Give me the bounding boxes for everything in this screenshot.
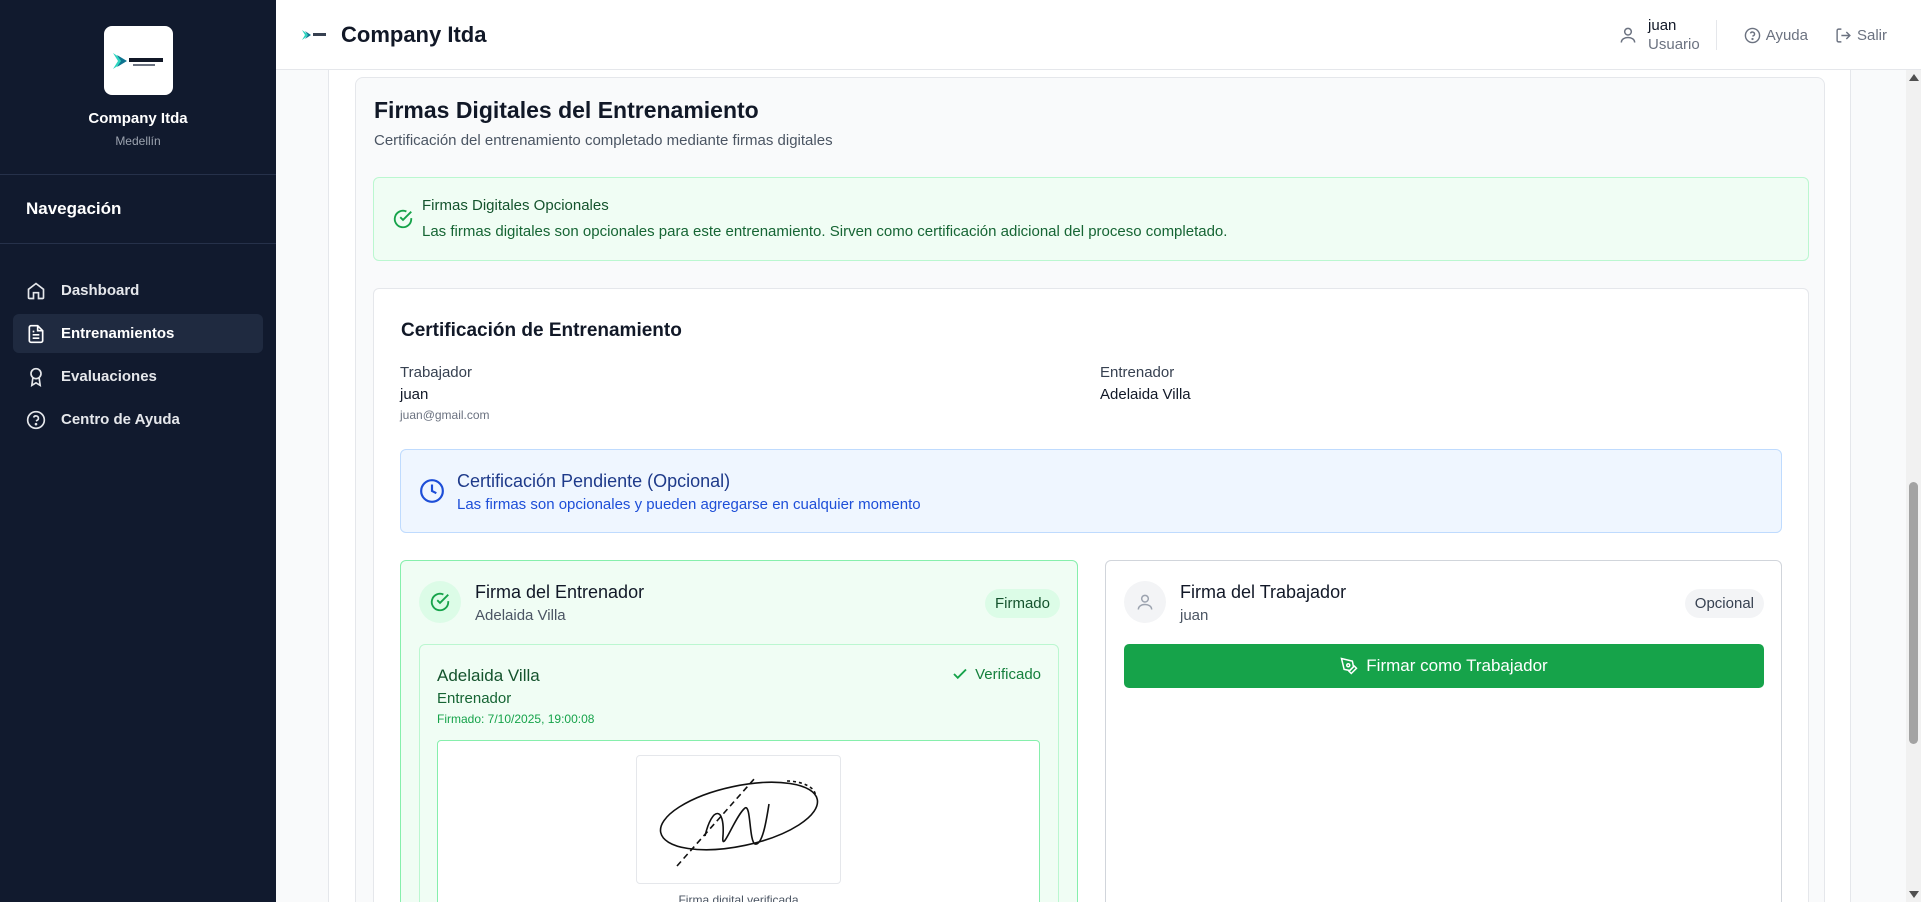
company-logo [103, 26, 173, 95]
sidebar-item-label: Centro de Ayuda [61, 411, 180, 428]
company-city: Medellín [115, 134, 161, 148]
signature-caption: Firma digital verificada [678, 893, 799, 902]
help-circle-icon [1744, 27, 1761, 43]
document-icon [28, 324, 44, 343]
clock-icon [420, 479, 444, 503]
sidebar-item-label: Evaluaciones [61, 368, 157, 385]
worker-email: juan@gmail.com [400, 408, 490, 422]
alert-title: Firmas Digitales Opcionales [422, 197, 609, 214]
trainer-signature-card: Firma del Entrenador Adelaida Villa Firm… [400, 560, 1078, 902]
worker-name: juan [400, 386, 429, 403]
company-name: Company Itda [88, 110, 188, 127]
nav-title: Navegación [0, 175, 276, 244]
sidebar-item-centro-de-ayuda[interactable]: Centro de Ayuda [13, 400, 263, 439]
trainer-label: Entrenador [1100, 364, 1175, 381]
user-avatar [1124, 581, 1166, 623]
main-content: Firmas Digitales del Entrenamiento Certi… [276, 70, 1906, 902]
certification-card: Certificación de Entrenamiento Trabajado… [373, 288, 1809, 902]
signed-status-icon [419, 581, 461, 623]
scroll-down-arrow-icon[interactable] [1909, 891, 1919, 898]
signature-image [636, 755, 841, 884]
optional-signatures-alert: Firmas Digitales Opcionales Las firmas d… [373, 177, 1809, 261]
section-title: Firmas Digitales del Entrenamiento [374, 97, 759, 123]
sign-button-label: Firmar como Trabajador [1366, 656, 1548, 675]
verified-label: Verificado [975, 665, 1041, 683]
header-title: Company Itda [341, 21, 487, 47]
sidebar-item-evaluaciones[interactable]: Evaluaciones [13, 357, 263, 396]
section-subtitle: Certificación del entrenamiento completa… [374, 132, 833, 149]
worker-label: Trabajador [400, 364, 472, 381]
verified-signature-box: Adelaida Villa Entrenador Firmado: 7/10/… [419, 644, 1059, 902]
sign-as-worker-button[interactable]: Firmar como Trabajador [1124, 644, 1764, 688]
header-logo [301, 27, 327, 43]
status-badge: Opcional [1684, 589, 1764, 618]
worker-signature-title: Firma del Trabajador [1180, 582, 1347, 602]
signed-timestamp: Firmado: 7/10/2025, 19:00:08 [437, 712, 595, 726]
user-icon [1137, 594, 1153, 610]
user-icon [1620, 27, 1636, 43]
trainer-signature-name: Adelaida Villa [475, 607, 566, 624]
sidebar-item-label: Entrenamientos [61, 325, 175, 342]
check-circle-icon [430, 592, 450, 612]
user-role: Usuario [1648, 36, 1700, 53]
user-menu[interactable]: juan Usuario [1618, 17, 1717, 53]
logout-label: Salir [1856, 26, 1887, 44]
top-header: Company Itda juan Usuario Ayuda Salir [276, 0, 1921, 70]
verified-indicator: Verificado [951, 665, 1041, 683]
page-scrollbar[interactable] [1906, 70, 1921, 902]
pending-certification-alert: Certificación Pendiente (Opcional) Las f… [400, 449, 1782, 533]
signer-name: Adelaida Villa [437, 666, 540, 685]
award-icon [30, 367, 42, 387]
check-icon [953, 668, 967, 680]
home-icon [27, 281, 45, 299]
pending-title: Certificación Pendiente (Opcional) [457, 471, 731, 491]
signer-role: Entrenador [437, 690, 512, 707]
user-name: juan [1648, 17, 1677, 34]
check-circle-icon [393, 209, 413, 229]
worker-signature-name: juan [1180, 607, 1209, 624]
alert-text: Las firmas digitales son opcionales para… [422, 223, 1228, 240]
scroll-up-arrow-icon[interactable] [1909, 74, 1919, 81]
logout-link[interactable]: Salir [1835, 27, 1887, 44]
trainer-signature-title: Firma del Entrenador [475, 582, 645, 602]
header-actions: juan Usuario Ayuda Salir [1618, 0, 1887, 70]
digital-signatures-section: Firmas Digitales del Entrenamiento Certi… [355, 77, 1825, 902]
help-label: Ayuda [1765, 26, 1808, 44]
pending-text: Las firmas son opcionales y pueden agreg… [457, 496, 921, 513]
worker-signature-card: Firma del Trabajador juan Opcional Firma… [1105, 560, 1782, 902]
sidebar-item-dashboard[interactable]: Dashboard [13, 271, 263, 310]
sidebar-brand: Company Itda Medellín [0, 0, 276, 175]
nav-list: Dashboard Entrenamientos Evaluaciones Ce… [0, 244, 276, 439]
sidebar-item-entrenamientos[interactable]: Entrenamientos [13, 314, 263, 353]
scrollbar-thumb[interactable] [1909, 482, 1918, 744]
help-circle-icon [26, 410, 46, 429]
trainer-name: Adelaida Villa [1100, 386, 1191, 403]
logout-icon [1836, 27, 1851, 43]
help-link[interactable]: Ayuda [1744, 27, 1808, 44]
signature-frame: Firma digital verificada [437, 740, 1040, 902]
status-badge: Firmado [984, 589, 1060, 618]
pen-icon [1340, 657, 1358, 675]
certification-title: Certificación de Entrenamiento [401, 320, 682, 341]
sidebar: Company Itda Medellín Navegación Dashboa… [0, 0, 276, 902]
sidebar-item-label: Dashboard [61, 282, 140, 299]
